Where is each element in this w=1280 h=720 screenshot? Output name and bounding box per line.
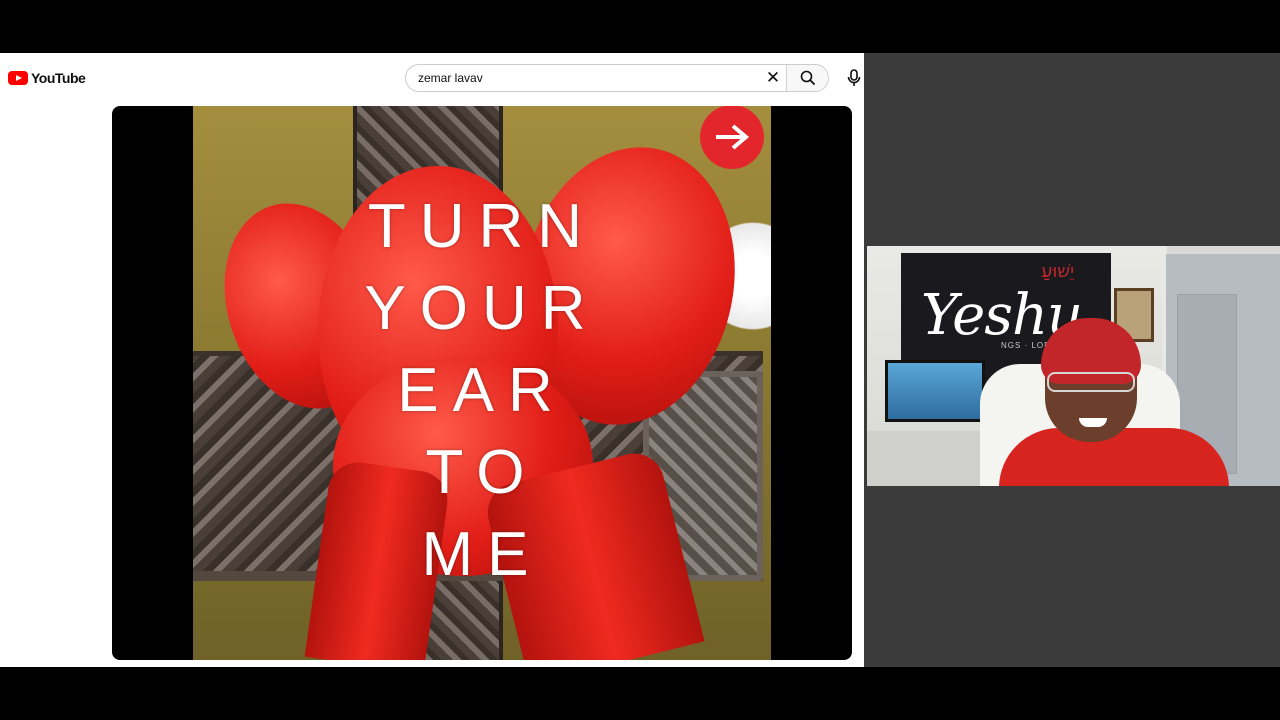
screen: YouTube ✕ xyxy=(0,0,1280,720)
banner-hebrew: יֵשׁוּעַ xyxy=(1041,261,1075,282)
mic-icon xyxy=(847,69,861,86)
webcam-feed: Yeshu יֵשׁוּעַ NGS · LORD xyxy=(867,246,1280,486)
search-icon xyxy=(800,70,815,86)
lyric-line: TURN xyxy=(367,192,597,261)
lyric-line: YOUR xyxy=(364,274,600,343)
monitor xyxy=(885,360,985,422)
search-button[interactable] xyxy=(786,65,828,91)
person-body xyxy=(999,428,1229,486)
youtube-logo[interactable]: YouTube xyxy=(8,70,86,86)
lyric-line: ME xyxy=(421,520,543,589)
next-button[interactable] xyxy=(700,106,764,169)
close-icon[interactable]: ✕ xyxy=(760,65,786,91)
lyric-line: EAR xyxy=(397,356,567,425)
lyrics-overlay: TURN YOUR EAR TO ME xyxy=(193,186,771,596)
youtube-play-icon xyxy=(8,71,28,85)
youtube-window: YouTube ✕ xyxy=(0,53,864,667)
video-player[interactable]: TURN YOUR EAR TO ME xyxy=(112,106,852,660)
search-input[interactable] xyxy=(406,65,760,91)
lyric-line: TO xyxy=(425,438,539,507)
glasses xyxy=(1047,372,1135,392)
arrow-right-icon xyxy=(716,124,750,150)
youtube-logo-text: YouTube xyxy=(31,70,86,86)
search-box: ✕ xyxy=(405,64,829,92)
voice-search-button[interactable] xyxy=(842,66,864,90)
video-frame: TURN YOUR EAR TO ME xyxy=(193,106,771,660)
